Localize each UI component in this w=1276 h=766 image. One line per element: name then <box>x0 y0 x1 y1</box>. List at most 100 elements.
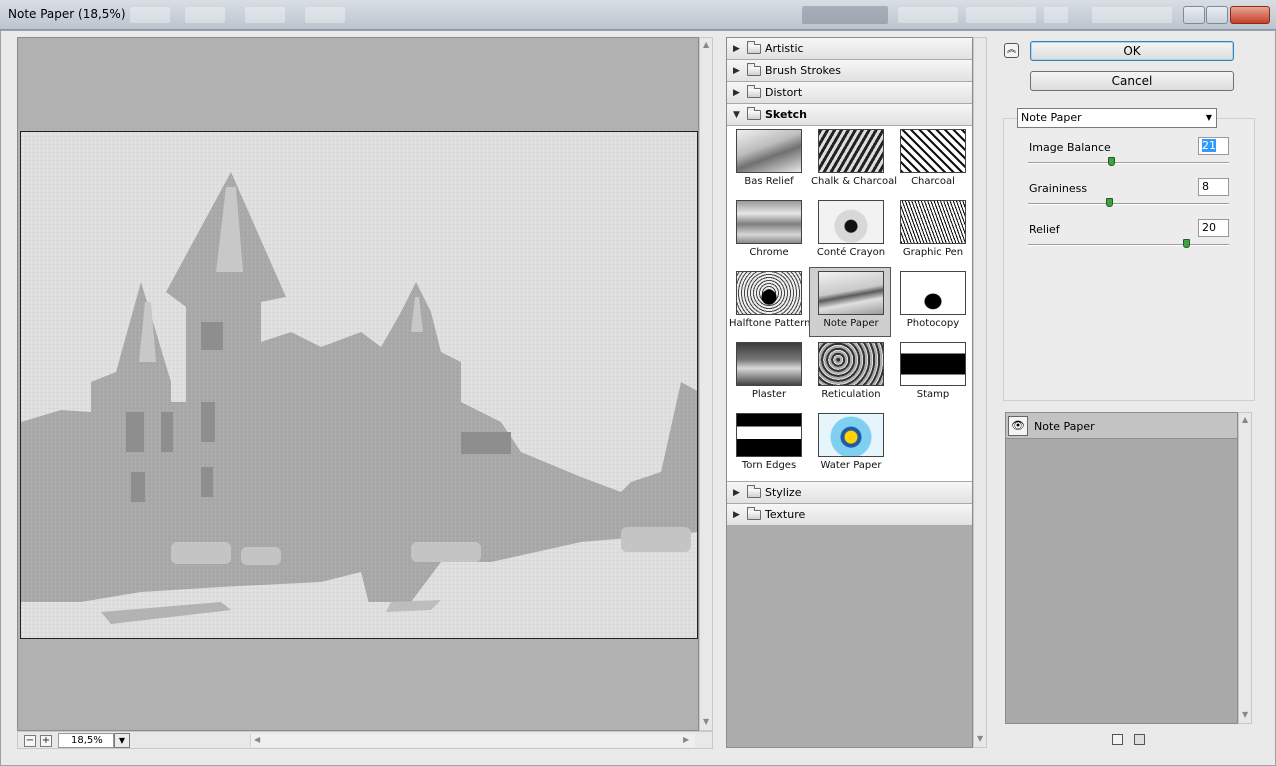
effect-layer-row[interactable]: 👁 Note Paper <box>1006 413 1237 439</box>
filter-thumb-graphic-pen[interactable]: Graphic Pen <box>893 198 972 264</box>
effect-layer-name: Note Paper <box>1034 420 1095 433</box>
effect-layers-panel: 👁 Note Paper <box>1005 412 1238 724</box>
thumbnail-image <box>736 342 802 386</box>
thumbnail-image <box>900 129 966 173</box>
category-sketch[interactable]: ▼ Sketch <box>727 104 972 126</box>
zoom-value-field[interactable]: 18,5% <box>58 733 114 748</box>
double-chevron-up-icon: ︽ <box>1006 45 1016 55</box>
zoom-in-button[interactable]: + <box>40 735 52 747</box>
filter-thumb-chalk-charcoal[interactable]: Chalk & Charcoal <box>811 127 898 193</box>
filter-thumb-torn-edges[interactable]: Torn Edges <box>729 411 809 477</box>
minimize-button[interactable] <box>1183 6 1205 24</box>
new-effect-layer-icon[interactable] <box>1112 734 1123 745</box>
maximize-button[interactable] <box>1206 6 1228 24</box>
bg-workspace-ghost <box>1044 7 1068 23</box>
thumbnail-image <box>818 342 884 386</box>
filter-thumb-chrome[interactable]: Chrome <box>729 198 809 264</box>
filter-thumb-note-paper[interactable]: Note Paper <box>809 267 891 337</box>
filter-label: Note Paper <box>823 318 879 329</box>
filter-settings-panel <box>1003 118 1255 401</box>
thumbnail-image <box>818 413 884 457</box>
graininess-slider[interactable] <box>1028 198 1229 207</box>
trash-icon[interactable] <box>1134 734 1145 745</box>
folder-open-icon <box>747 107 761 120</box>
filter-thumb-plaster[interactable]: Plaster <box>729 340 809 406</box>
filter-label: Chalk & Charcoal <box>811 176 898 187</box>
eye-icon[interactable]: 👁 <box>1008 416 1028 436</box>
scroll-up-icon[interactable]: ▲ <box>1242 415 1248 424</box>
folder-icon <box>747 63 761 76</box>
bg-workspace-ghost <box>898 7 958 23</box>
category-artistic[interactable]: ▶ Artistic <box>727 38 972 60</box>
thumbnail-image <box>736 271 802 315</box>
filter-select[interactable]: Note Paper ▼ <box>1017 108 1217 128</box>
preview-image[interactable] <box>20 131 698 639</box>
zoom-out-button[interactable]: − <box>24 735 36 747</box>
graininess-value: 8 <box>1202 180 1209 193</box>
filter-thumb-halftone-pattern[interactable]: Halftone Pattern <box>729 269 811 335</box>
bg-workspace-ghost <box>802 6 888 24</box>
zoom-dropdown-button[interactable]: ▼ <box>114 733 130 748</box>
relief-slider[interactable] <box>1028 239 1229 248</box>
relief-input[interactable]: 20 <box>1198 219 1229 237</box>
graininess-input[interactable]: 8 <box>1198 178 1229 196</box>
scroll-right-icon[interactable]: ▶ <box>683 735 689 744</box>
expand-triangle-icon: ▶ <box>733 488 740 498</box>
thumbnail-image <box>900 200 966 244</box>
folder-icon <box>747 485 761 498</box>
bg-toolbar-ghost <box>130 7 170 23</box>
chevron-down-icon: ▼ <box>1205 113 1212 122</box>
scroll-down-icon[interactable]: ▼ <box>1242 710 1248 719</box>
gallery-vertical-scrollbar[interactable]: ▼ <box>973 37 987 748</box>
filter-label: Chrome <box>749 247 789 258</box>
scroll-up-icon[interactable]: ▲ <box>703 40 709 49</box>
scroll-down-icon[interactable]: ▼ <box>977 734 983 743</box>
filter-label: Stamp <box>916 389 950 400</box>
layers-vertical-scrollbar[interactable]: ▲ ▼ <box>1238 412 1252 724</box>
filter-select-value: Note Paper <box>1021 111 1082 124</box>
category-distort[interactable]: ▶ Distort <box>727 82 972 104</box>
category-brush-strokes[interactable]: ▶ Brush Strokes <box>727 60 972 82</box>
slider-handle[interactable] <box>1105 198 1113 207</box>
category-label: Sketch <box>765 108 808 121</box>
filter-thumb-stamp[interactable]: Stamp <box>893 340 972 406</box>
preview-horizontal-scrollbar[interactable]: ◀ ▶ <box>250 734 695 747</box>
image-balance-input[interactable]: 21 <box>1198 137 1229 155</box>
filter-label: Plaster <box>751 389 787 400</box>
zoom-bar: − + 18,5% ▼ ◀ ▶ <box>17 731 713 749</box>
filter-thumb-conte-crayon[interactable]: Conté Crayon <box>811 198 891 264</box>
scroll-left-icon[interactable]: ◀ <box>254 735 260 744</box>
image-balance-slider[interactable] <box>1028 157 1229 166</box>
filter-thumb-water-paper[interactable]: Water Paper <box>811 411 891 477</box>
thumbnail-image <box>818 129 884 173</box>
filter-label: Halftone Pattern <box>729 318 811 329</box>
thumbnail-image <box>900 342 966 386</box>
cancel-button[interactable]: Cancel <box>1030 71 1234 91</box>
expand-triangle-icon: ▶ <box>733 44 740 54</box>
bg-search-ghost <box>1092 7 1172 23</box>
relief-value: 20 <box>1202 221 1216 234</box>
category-stylize[interactable]: ▶ Stylize <box>727 482 972 504</box>
collapse-gallery-button[interactable]: ︽ <box>1004 43 1019 58</box>
preview-image-graphic <box>21 132 697 638</box>
bg-workspace-ghost <box>966 7 1036 23</box>
scroll-down-icon[interactable]: ▼ <box>703 717 709 726</box>
ok-button[interactable]: OK <box>1030 41 1234 61</box>
image-balance-value: 21 <box>1202 139 1216 152</box>
filter-thumb-bas-relief[interactable]: Bas Relief <box>729 127 809 193</box>
preview-vertical-scrollbar[interactable]: ▲ ▼ <box>699 37 713 731</box>
filter-label: Bas Relief <box>744 176 794 187</box>
close-button[interactable] <box>1230 6 1270 24</box>
filter-thumb-photocopy[interactable]: Photocopy <box>893 269 972 335</box>
slider-handle[interactable] <box>1107 157 1115 166</box>
filter-thumb-charcoal[interactable]: Charcoal <box>893 127 972 193</box>
filter-thumb-reticulation[interactable]: Reticulation <box>811 340 891 406</box>
category-texture[interactable]: ▶ Texture <box>727 504 972 526</box>
bg-toolbar-ghost <box>305 7 345 23</box>
slider-handle[interactable] <box>1183 239 1191 248</box>
bg-toolbar-ghost <box>185 7 225 23</box>
thumbnail-image <box>736 200 802 244</box>
filter-label: Conté Crayon <box>816 247 886 258</box>
image-balance-label: Image Balance <box>1029 141 1111 154</box>
category-label: Distort <box>765 86 803 99</box>
